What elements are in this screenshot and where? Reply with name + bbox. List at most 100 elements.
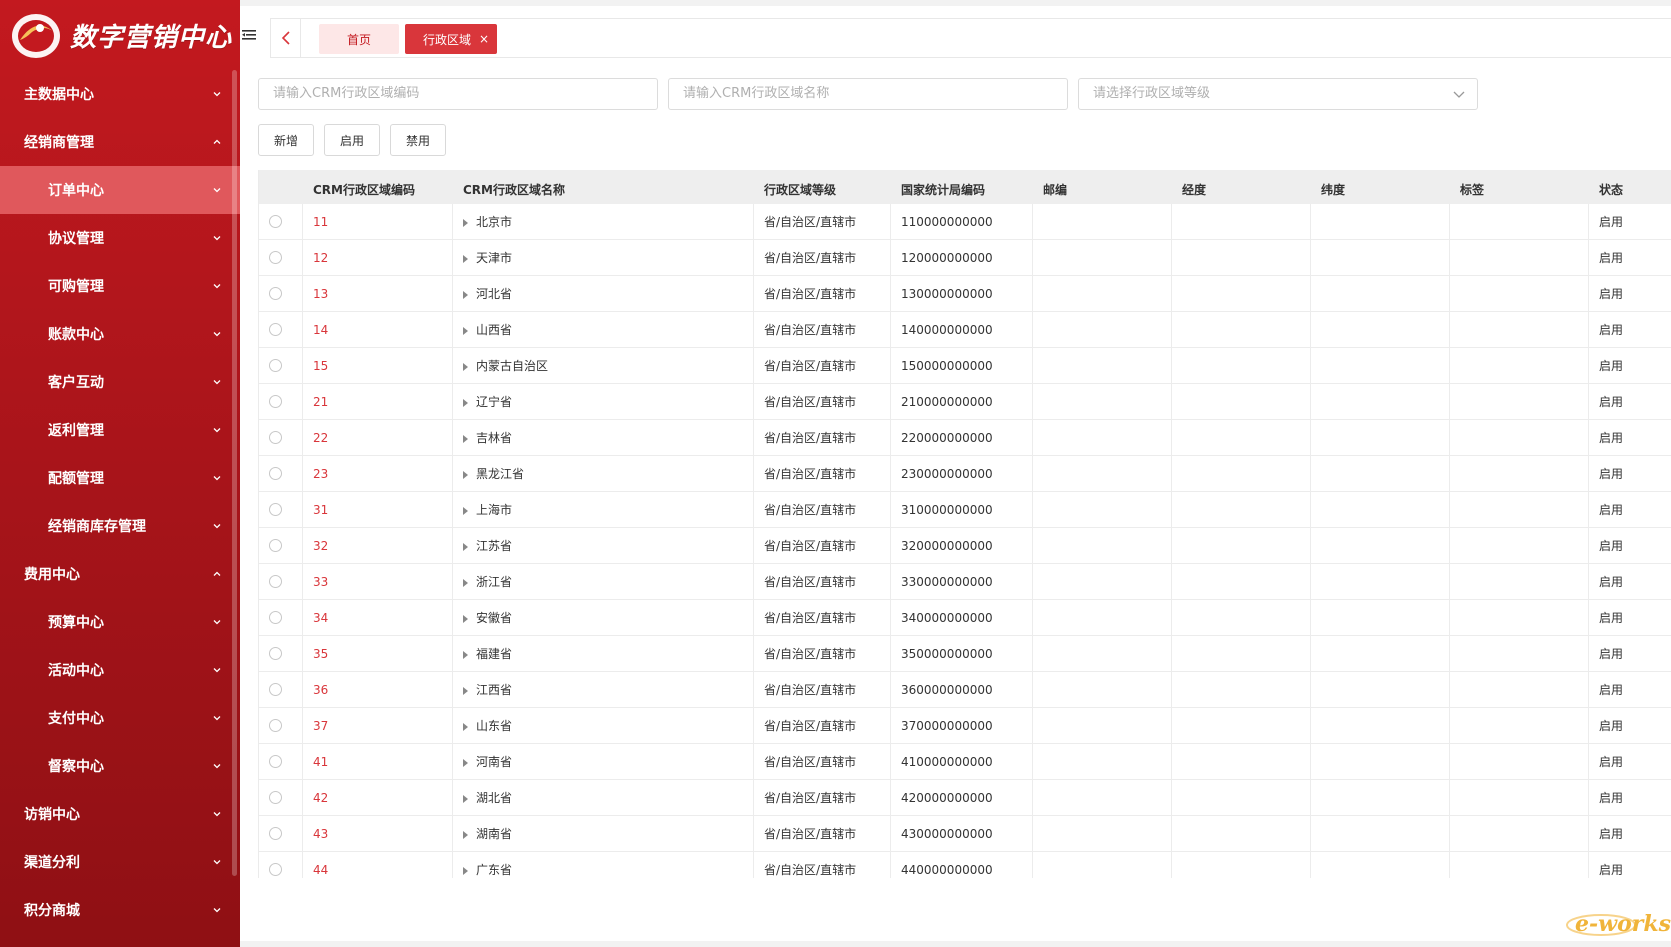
expand-caret-icon[interactable]: [463, 398, 468, 407]
expand-caret-icon[interactable]: [463, 650, 468, 659]
sidebar-item[interactable]: 客户互动: [0, 358, 240, 406]
table-row[interactable]: 37 山东省 省/自治区/直辖市 370000000000 启用: [259, 708, 1671, 744]
column-header[interactable]: CRM行政区域名称: [453, 170, 754, 204]
sidebar-item-label: 渠道分利: [24, 855, 80, 871]
expand-caret-icon[interactable]: [463, 326, 468, 335]
region-name-input[interactable]: 请输入CRM行政区域名称: [668, 78, 1068, 110]
sidebar-item[interactable]: 经销商库存管理: [0, 502, 240, 550]
region-level-select[interactable]: 请选择行政区域等级: [1078, 78, 1478, 110]
row-radio[interactable]: [269, 575, 282, 588]
sidebar-item[interactable]: 督察中心: [0, 742, 240, 790]
table-row[interactable]: 14 山西省 省/自治区/直辖市 140000000000 启用: [259, 312, 1671, 348]
expand-caret-icon[interactable]: [463, 866, 468, 875]
column-header[interactable]: 邮编: [1033, 170, 1172, 204]
column-header[interactable]: 标签: [1450, 170, 1589, 204]
row-radio[interactable]: [269, 251, 282, 264]
table-row[interactable]: 44 广东省 省/自治区/直辖市 440000000000 启用: [259, 852, 1671, 878]
expand-caret-icon[interactable]: [463, 506, 468, 515]
close-icon[interactable]: ×: [479, 32, 489, 46]
row-radio[interactable]: [269, 467, 282, 480]
row-radio[interactable]: [269, 539, 282, 552]
column-header[interactable]: 行政区域等级: [754, 170, 891, 204]
add-button[interactable]: 新增: [258, 124, 314, 156]
tab-region[interactable]: 行政区域 ×: [405, 24, 497, 54]
column-header[interactable]: 纬度: [1311, 170, 1450, 204]
expand-caret-icon[interactable]: [463, 758, 468, 767]
expand-caret-icon[interactable]: [463, 686, 468, 695]
row-radio[interactable]: [269, 791, 282, 804]
expand-caret-icon[interactable]: [463, 290, 468, 299]
table-row[interactable]: 13 河北省 省/自治区/直辖市 130000000000 启用: [259, 276, 1671, 312]
disable-button[interactable]: 禁用: [390, 124, 446, 156]
table-row[interactable]: 33 浙江省 省/自治区/直辖市 330000000000 启用: [259, 564, 1671, 600]
table-row[interactable]: 23 黑龙江省 省/自治区/直辖市 230000000000 启用: [259, 456, 1671, 492]
row-radio[interactable]: [269, 647, 282, 660]
column-header[interactable]: 经度: [1172, 170, 1311, 204]
sidebar-item[interactable]: 账款中心: [0, 310, 240, 358]
table-row[interactable]: 41 河南省 省/自治区/直辖市 410000000000 启用: [259, 744, 1671, 780]
sidebar-item[interactable]: 配额管理: [0, 454, 240, 502]
sidebar-item[interactable]: 渠道分利: [0, 838, 240, 886]
expand-caret-icon[interactable]: [463, 218, 468, 227]
expand-caret-icon[interactable]: [463, 542, 468, 551]
row-radio[interactable]: [269, 395, 282, 408]
table-row[interactable]: 43 湖南省 省/自治区/直辖市 430000000000 启用: [259, 816, 1671, 852]
sidebar-item[interactable]: 访销中心: [0, 790, 240, 838]
expand-caret-icon[interactable]: [463, 578, 468, 587]
sidebar-item[interactable]: 订单中心: [0, 166, 240, 214]
sidebar-item[interactable]: 协议管理: [0, 214, 240, 262]
expand-caret-icon[interactable]: [463, 434, 468, 443]
row-radio[interactable]: [269, 215, 282, 228]
expand-caret-icon[interactable]: [463, 254, 468, 263]
enable-button[interactable]: 启用: [324, 124, 380, 156]
table-row[interactable]: 12 天津市 省/自治区/直辖市 120000000000 启用: [259, 240, 1671, 276]
table-row[interactable]: 11 北京市 省/自治区/直辖市 110000000000 启用: [259, 204, 1671, 240]
sidebar-item[interactable]: 返利管理: [0, 406, 240, 454]
sidebar-item[interactable]: 预算中心: [0, 598, 240, 646]
row-radio[interactable]: [269, 755, 282, 768]
sidebar-item[interactable]: 积分商城: [0, 886, 240, 934]
row-radio[interactable]: [269, 359, 282, 372]
sidebar-item[interactable]: 主数据中心: [0, 70, 240, 118]
table-row[interactable]: 31 上海市 省/自治区/直辖市 310000000000 启用: [259, 492, 1671, 528]
sidebar-item[interactable]: 费用中心: [0, 550, 240, 598]
column-header[interactable]: 状态: [1589, 170, 1671, 204]
column-header[interactable]: CRM行政区域编码: [303, 170, 453, 204]
menu-toggle-icon[interactable]: [242, 26, 256, 40]
cell-zip: [1033, 600, 1172, 635]
table-row[interactable]: 36 江西省 省/自治区/直辖市 360000000000 启用: [259, 672, 1671, 708]
sidebar-item[interactable]: 活动中心: [0, 646, 240, 694]
table-row[interactable]: 34 安徽省 省/自治区/直辖市 340000000000 启用: [259, 600, 1671, 636]
tab-back-button[interactable]: [271, 19, 301, 57]
expand-caret-icon[interactable]: [463, 362, 468, 371]
table-row[interactable]: 22 吉林省 省/自治区/直辖市 220000000000 启用: [259, 420, 1671, 456]
table-row[interactable]: 32 江苏省 省/自治区/直辖市 320000000000 启用: [259, 528, 1671, 564]
tab-home[interactable]: 首页: [319, 24, 399, 54]
row-radio[interactable]: [269, 323, 282, 336]
row-radio[interactable]: [269, 287, 282, 300]
table-row[interactable]: 42 湖北省 省/自治区/直辖市 420000000000 启用: [259, 780, 1671, 816]
table-row[interactable]: 35 福建省 省/自治区/直辖市 350000000000 启用: [259, 636, 1671, 672]
row-radio[interactable]: [269, 431, 282, 444]
expand-caret-icon[interactable]: [463, 470, 468, 479]
cell-status: 启用: [1599, 251, 1624, 265]
row-radio[interactable]: [269, 683, 282, 696]
region-code-input[interactable]: 请输入CRM行政区域编码: [258, 78, 658, 110]
row-radio[interactable]: [269, 611, 282, 624]
row-radio[interactable]: [269, 719, 282, 732]
sidebar-item[interactable]: 支付中心: [0, 694, 240, 742]
row-radio[interactable]: [269, 863, 282, 876]
expand-caret-icon[interactable]: [463, 794, 468, 803]
expand-caret-icon[interactable]: [463, 830, 468, 839]
expand-caret-icon[interactable]: [463, 614, 468, 623]
cell-stat_code: 150000000000: [891, 348, 1033, 383]
table-row[interactable]: 15 内蒙古自治区 省/自治区/直辖市 150000000000 启用: [259, 348, 1671, 384]
sidebar-scrollbar[interactable]: [232, 70, 237, 876]
table-row[interactable]: 21 辽宁省 省/自治区/直辖市 210000000000 启用: [259, 384, 1671, 420]
sidebar-item[interactable]: 经销商管理: [0, 118, 240, 166]
column-header[interactable]: 国家统计局编码: [891, 170, 1033, 204]
row-radio[interactable]: [269, 503, 282, 516]
row-radio[interactable]: [269, 827, 282, 840]
expand-caret-icon[interactable]: [463, 722, 468, 731]
sidebar-item[interactable]: 可购管理: [0, 262, 240, 310]
